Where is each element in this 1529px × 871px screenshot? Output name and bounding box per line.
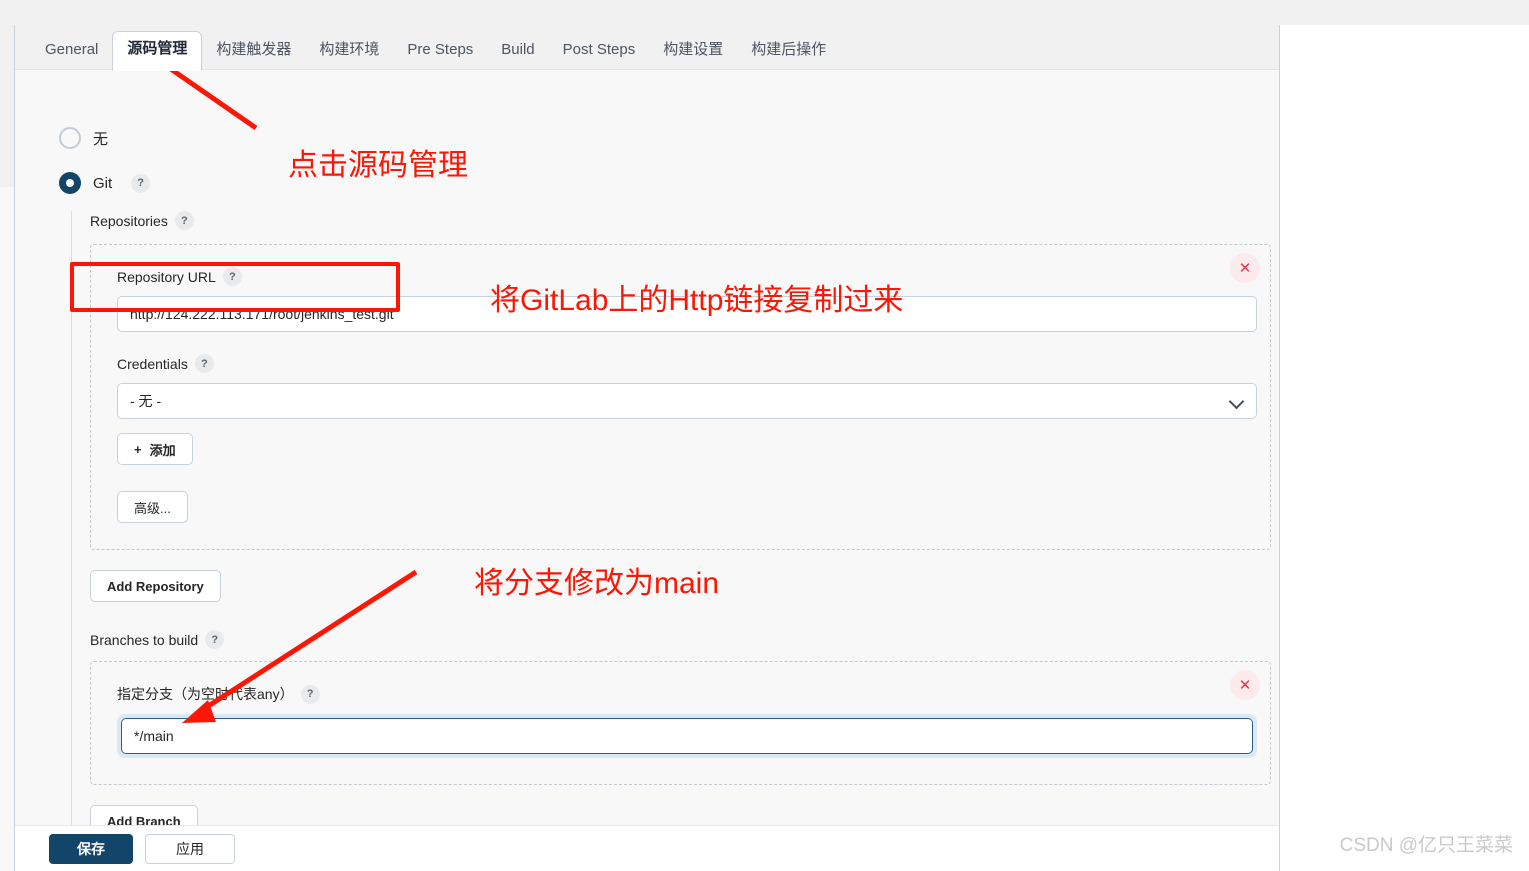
right-top-strip xyxy=(1281,0,1529,25)
save-button[interactable]: 保存 xyxy=(49,833,133,864)
radio-none-icon[interactable] xyxy=(59,127,81,149)
form-action-bar: 保存 应用 xyxy=(15,825,1279,871)
branch-specifier-label: 指定分支（为空时代表any） xyxy=(117,686,294,702)
credentials-select[interactable]: - 无 - xyxy=(117,383,1257,419)
repository-url-input[interactable] xyxy=(117,296,1257,332)
tab-build[interactable]: Build xyxy=(487,34,548,70)
credentials-label: Credentials xyxy=(117,355,188,372)
help-icon-repositories[interactable]: ? xyxy=(174,211,194,230)
credentials-label-row: Credentials ? xyxy=(117,354,1244,373)
plus-icon: + xyxy=(134,441,142,457)
repository-block: ✕ Repository URL ? Credentials ? - 无 - xyxy=(90,244,1271,550)
scm-option-none-label: 无 xyxy=(93,130,109,148)
tab-build-triggers[interactable]: 构建触发器 xyxy=(202,34,305,70)
jenkins-job-config-page: General 源码管理 构建触发器 构建环境 Pre Steps Build … xyxy=(14,25,1280,871)
tab-build-environment[interactable]: 构建环境 xyxy=(305,34,393,70)
scm-content: 无 Git ? Repositories ? ✕ Repository URL xyxy=(15,71,1279,847)
chevron-down-icon xyxy=(1228,393,1245,410)
tab-build-settings[interactable]: 构建设置 xyxy=(649,34,737,70)
help-icon-credentials[interactable]: ? xyxy=(194,354,214,373)
right-blank-area xyxy=(1281,25,1529,871)
config-tabbar: General 源码管理 构建触发器 构建环境 Pre Steps Build … xyxy=(15,25,1279,71)
tab-post-steps[interactable]: Post Steps xyxy=(549,34,650,70)
add-repository-button[interactable]: Add Repository xyxy=(90,570,221,602)
radio-git-icon[interactable] xyxy=(59,172,81,194)
left-gutter-bottom xyxy=(0,187,14,871)
advanced-button[interactable]: 高级... xyxy=(117,491,188,523)
add-credentials-button[interactable]: + 添加 xyxy=(117,433,193,465)
tab-source-code-mgmt[interactable]: 源码管理 xyxy=(112,31,203,71)
branch-specifier-label-row: 指定分支（为空时代表any） ? xyxy=(117,684,1244,704)
config-tab-list: General 源码管理 构建触发器 构建环境 Pre Steps Build … xyxy=(15,25,1279,71)
branch-specifier-input[interactable] xyxy=(121,718,1253,754)
tab-general[interactable]: General xyxy=(31,34,112,70)
scm-option-git[interactable]: Git ? xyxy=(59,172,151,194)
branches-to-build-label-row: Branches to build ? xyxy=(90,630,1271,649)
help-icon-branch-specifier[interactable]: ? xyxy=(300,684,320,704)
csdn-watermark: CSDN @亿只王菜菜 xyxy=(1339,835,1513,856)
git-config-section: Repositories ? ✕ Repository URL ? Creden… xyxy=(71,211,1271,847)
repository-url-label: Repository URL xyxy=(117,268,216,285)
credentials-selected-value: - 无 - xyxy=(130,393,162,409)
delete-branch-icon[interactable]: ✕ xyxy=(1230,670,1260,700)
scm-option-git-label: Git xyxy=(93,174,113,192)
help-icon-branches[interactable]: ? xyxy=(205,630,225,649)
tab-post-build-actions[interactable]: 构建后操作 xyxy=(737,34,840,70)
help-icon-git[interactable]: ? xyxy=(131,173,151,193)
tab-pre-steps[interactable]: Pre Steps xyxy=(393,34,487,70)
left-gutter-top xyxy=(0,25,14,187)
delete-repository-icon[interactable]: ✕ xyxy=(1230,253,1260,283)
branch-block: ✕ 指定分支（为空时代表any） ? xyxy=(90,661,1271,785)
repository-url-label-row: Repository URL ? xyxy=(117,267,1244,286)
branches-to-build-label: Branches to build xyxy=(90,631,199,648)
repositories-label: Repositories xyxy=(90,212,168,229)
add-credentials-label: 添加 xyxy=(149,442,176,458)
scm-option-none[interactable]: 无 xyxy=(59,127,108,149)
help-icon-repository-url[interactable]: ? xyxy=(222,267,242,286)
repositories-label-row: Repositories ? xyxy=(90,211,1271,230)
apply-button[interactable]: 应用 xyxy=(145,833,235,864)
screenshot-root: General 源码管理 构建触发器 构建环境 Pre Steps Build … xyxy=(0,0,1529,871)
